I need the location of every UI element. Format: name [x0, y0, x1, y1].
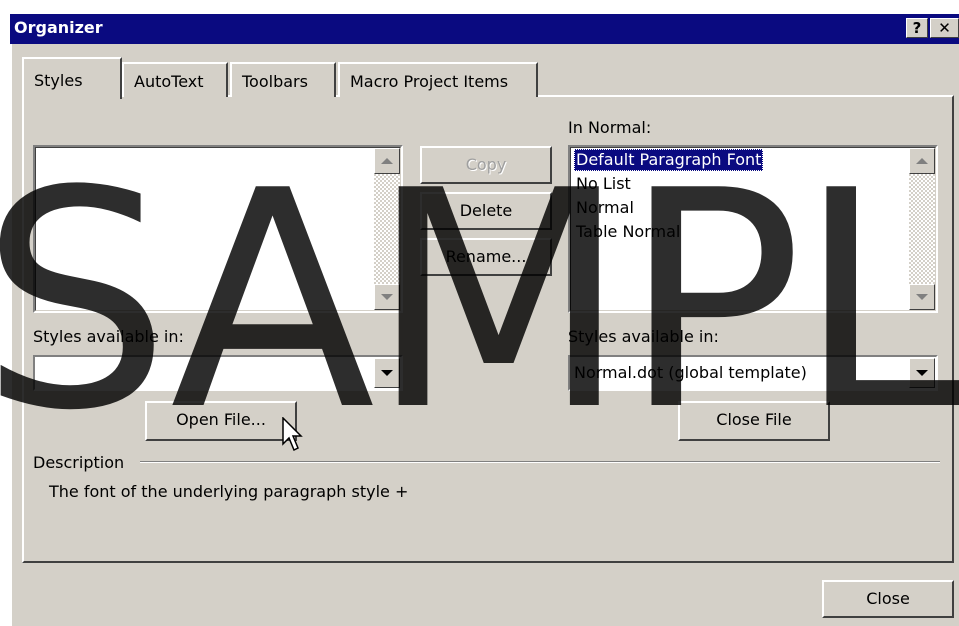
open-file-button[interactable]: Open File... — [145, 401, 297, 441]
help-button[interactable]: ? — [906, 18, 928, 38]
tab-macro-project-items[interactable]: Macro Project Items — [338, 62, 538, 97]
delete-button[interactable]: Delete — [420, 192, 552, 230]
right-styles-available-dropdown[interactable]: Normal.dot (global template) — [568, 355, 938, 391]
scroll-down-icon — [381, 294, 393, 300]
scroll-up-button[interactable] — [374, 148, 400, 174]
tab-macro-project-items-label: Macro Project Items — [350, 72, 509, 91]
close-file-button[interactable]: Close File — [678, 401, 830, 441]
description-label: Description — [33, 453, 125, 472]
scroll-down-button[interactable] — [374, 284, 400, 310]
tab-toolbars[interactable]: Toolbars — [230, 62, 336, 97]
left-styles-available-dropdown[interactable] — [33, 355, 403, 391]
chevron-down-icon — [916, 370, 928, 376]
tab-styles-label: Styles — [34, 71, 83, 90]
right-styles-listbox[interactable]: Default Paragraph Font No List Normal Ta… — [568, 145, 938, 313]
tab-autotext[interactable]: AutoText — [122, 62, 228, 97]
scroll-up-icon — [381, 158, 393, 164]
scroll-up-button[interactable] — [909, 148, 935, 174]
tab-styles[interactable]: Styles — [22, 57, 122, 99]
right-dropdown-value: Normal.dot (global template) — [574, 363, 807, 382]
in-normal-label: In Normal: — [568, 118, 652, 137]
title-bar: Organizer ? ✕ — [10, 14, 959, 44]
close-window-button[interactable]: ✕ — [930, 18, 959, 38]
window-title: Organizer — [14, 18, 103, 37]
scroll-down-button[interactable] — [909, 284, 935, 310]
list-item-table-normal[interactable]: Table Normal — [574, 221, 682, 243]
tab-toolbars-label: Toolbars — [242, 72, 308, 91]
tab-autotext-label: AutoText — [134, 72, 204, 91]
close-button[interactable]: Close — [822, 580, 954, 618]
left-styles-listbox[interactable] — [33, 145, 403, 313]
list-item-no-list[interactable]: No List — [574, 173, 633, 195]
scroll-up-icon — [916, 158, 928, 164]
right-styles-available-label: Styles available in: — [568, 327, 719, 346]
copy-button[interactable]: Copy — [420, 146, 552, 184]
left-styles-available-label: Styles available in: — [33, 327, 184, 346]
right-dropdown-button[interactable] — [909, 358, 935, 388]
list-item-normal[interactable]: Normal — [574, 197, 636, 219]
description-divider — [140, 461, 940, 463]
list-item-default-paragraph-font[interactable]: Default Paragraph Font — [574, 149, 764, 171]
scroll-down-icon — [916, 294, 928, 300]
left-dropdown-button[interactable] — [374, 358, 400, 388]
right-list-scrollbar[interactable] — [909, 148, 935, 310]
chevron-down-icon — [381, 370, 393, 376]
description-text: The font of the underlying paragraph sty… — [49, 482, 409, 501]
mouse-cursor-icon — [282, 417, 303, 452]
rename-button[interactable]: Rename... — [420, 238, 552, 276]
left-list-scrollbar[interactable] — [374, 148, 400, 310]
